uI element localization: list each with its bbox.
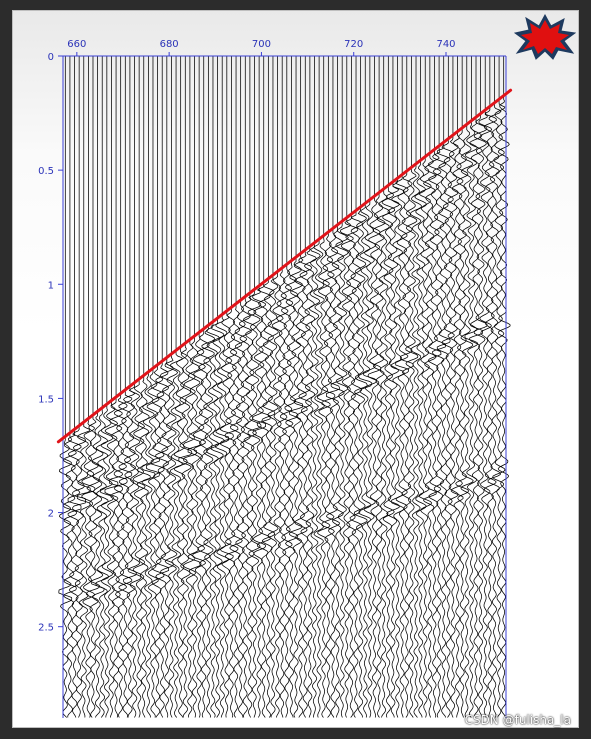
y-tick-label: 0 [48,52,54,63]
y-tick-label: 2 [48,509,54,520]
x-tick-label: 740 [436,39,455,50]
y-tick-label: 0.5 [38,166,54,177]
watermark: CSDN @fulisha_la [464,713,571,727]
seismic-trace [267,56,279,718]
pick-line [56,88,513,444]
first-break-line [56,88,513,444]
red-starburst-icon [514,14,576,60]
seismic-trace [487,56,502,718]
seismic-chart: 660 680 700 720 740 0 0.5 1 1.5 2 2.5 [38,39,513,718]
x-tick-label: 660 [67,39,86,50]
seismic-traces [58,56,511,718]
x-tick-label: 680 [160,39,179,50]
chart-axes: 660 680 700 720 740 0 0.5 1 1.5 2 2.5 [38,39,507,718]
image-frame: 660 680 700 720 740 0 0.5 1 1.5 2 2.5 CSDN @fulish… [0,0,591,739]
seismic-trace [473,56,488,718]
seismic-trace [441,56,455,718]
seismic-trace [313,56,326,718]
y-tick-label: 2.5 [38,623,54,634]
y-tick-label: 1 [48,280,54,291]
y-tick-label: 1.5 [38,394,54,405]
x-tick-label: 720 [344,39,363,50]
x-tick-label: 700 [252,39,271,50]
